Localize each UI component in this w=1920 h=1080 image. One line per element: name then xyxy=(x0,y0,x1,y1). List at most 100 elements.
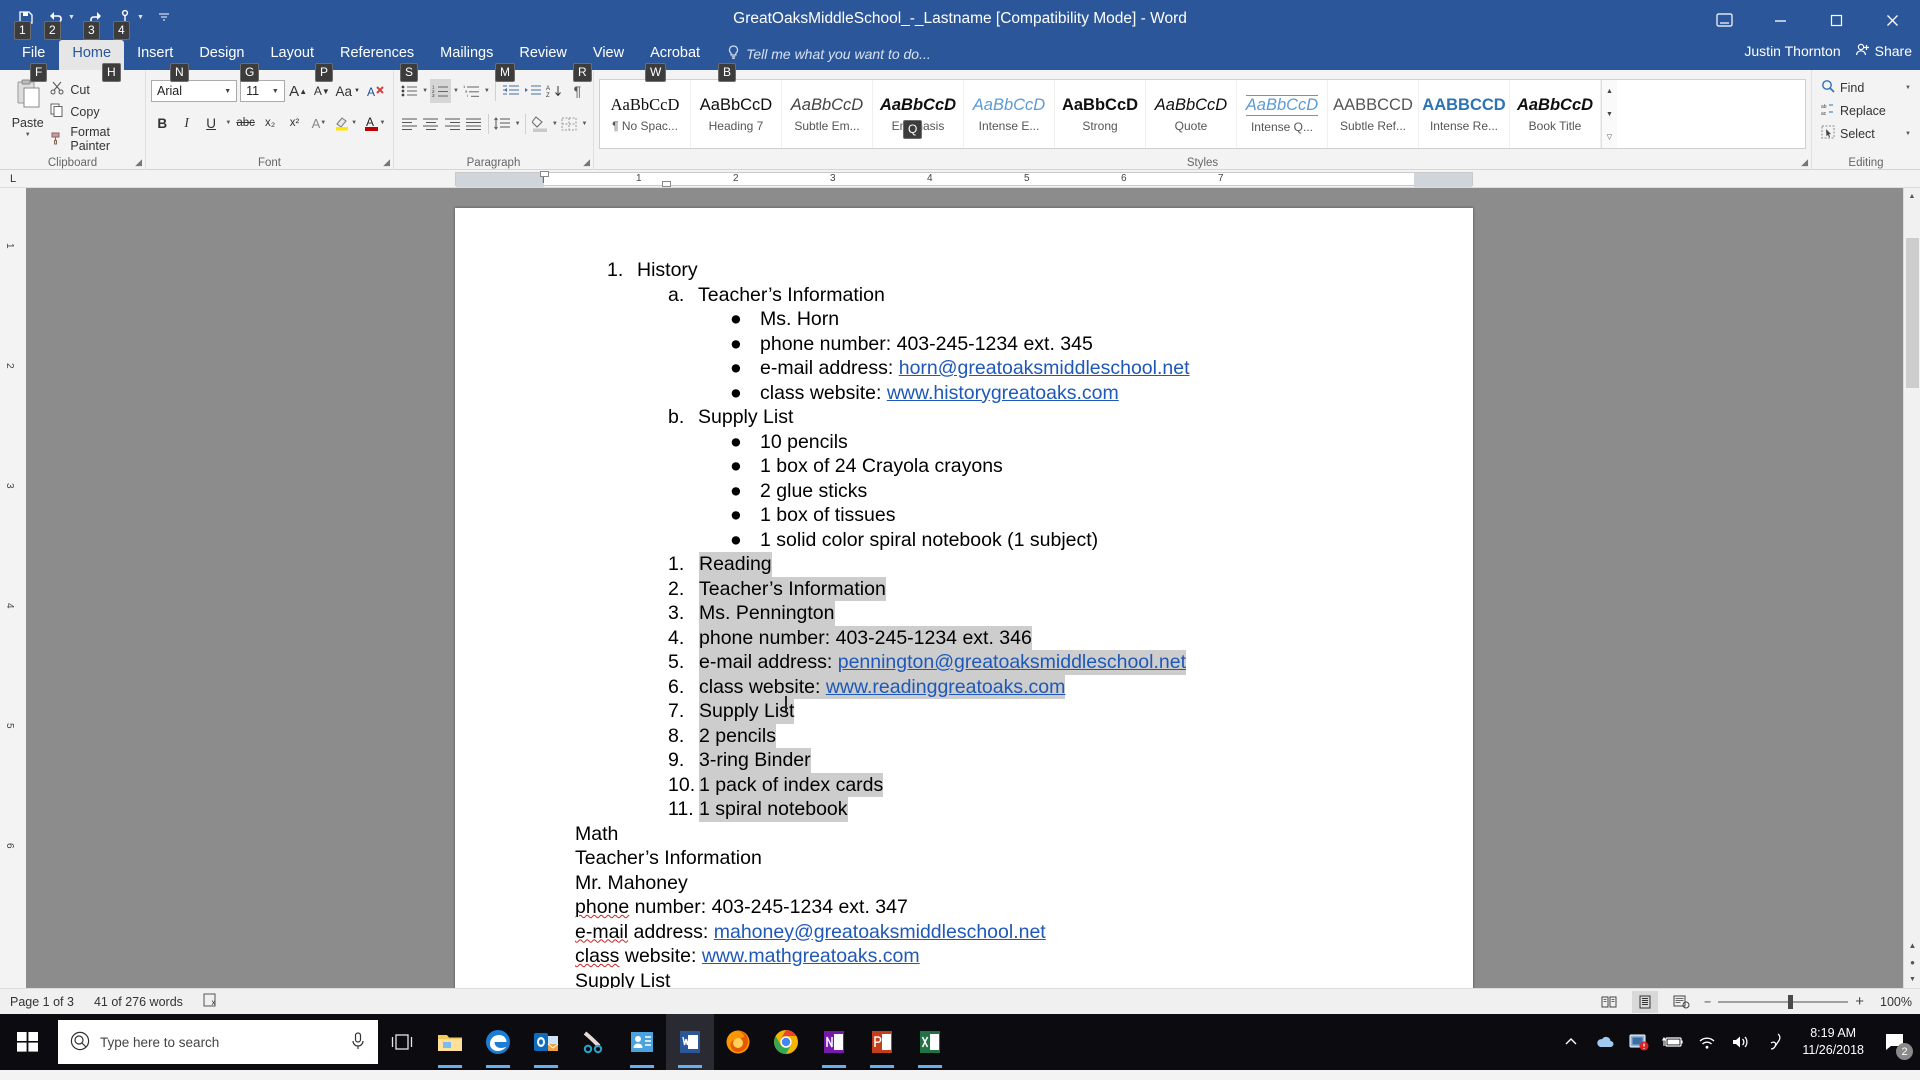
borders-dropdown-icon[interactable]: ▼ xyxy=(581,121,588,127)
paragraph-dialog-launcher[interactable]: ◢ xyxy=(583,157,590,168)
font-name-combo[interactable]: Arial ▼ xyxy=(151,80,238,102)
clipboard-dialog-launcher[interactable]: ◢ xyxy=(135,157,142,168)
zoom-slider[interactable]: − + xyxy=(1704,993,1864,1010)
chevron-down-icon[interactable]: ▼ xyxy=(269,88,282,95)
change-case-button[interactable]: Aa ▼ xyxy=(335,79,360,103)
powerpoint-button[interactable] xyxy=(858,1014,906,1070)
document-line[interactable]: a. Teacher’s Information xyxy=(515,283,1413,308)
shrink-font-button[interactable]: A ▼ xyxy=(312,79,333,103)
sort-button[interactable]: AZ xyxy=(544,79,565,103)
style-subtle-emphasis[interactable]: AaBbCcD Subtle Em... xyxy=(782,80,873,148)
excel-button[interactable] xyxy=(906,1014,954,1070)
print-layout-view-button[interactable] xyxy=(1632,990,1658,1013)
document-line[interactable]: 4. phone number: 403-245-1234 ext. 346 xyxy=(515,625,1413,650)
style-subtle-reference[interactable]: AABBCCD Subtle Ref... xyxy=(1328,80,1419,148)
document-line[interactable]: class website: www.mathgreatoaks.com xyxy=(515,944,1413,969)
document-area[interactable]: 1 2 3 4 5 6 1. History a. Teacher’s Informa… xyxy=(0,188,1920,988)
bullets-dropdown-icon[interactable]: ▼ xyxy=(421,88,428,94)
chrome-button[interactable] xyxy=(762,1014,810,1070)
document-line[interactable]: ● 1 box of 24 Crayola crayons xyxy=(515,454,1413,479)
zoom-thumb[interactable] xyxy=(1788,994,1794,1009)
document-line[interactable]: 1. Reading xyxy=(515,552,1413,577)
font-dialog-launcher[interactable]: ◢ xyxy=(383,157,390,168)
document-line[interactable]: Mr. Mahoney xyxy=(515,871,1413,896)
style-intense-reference[interactable]: AABBCCD Intense Re... xyxy=(1419,80,1510,148)
select-browse-object-icon[interactable]: ● xyxy=(1904,954,1920,971)
hyperlink[interactable]: www.historygreatoaks.com xyxy=(887,382,1119,404)
window-controls[interactable] xyxy=(1696,0,1920,40)
save-button[interactable]: 1 xyxy=(12,4,40,40)
font-color-button[interactable]: A ▼ xyxy=(361,111,388,135)
document-line[interactable]: ● 1 solid color spiral notebook (1 subjec… xyxy=(515,528,1413,553)
file-explorer-button[interactable] xyxy=(426,1014,474,1070)
styles-scroll-down-icon[interactable]: ▼ xyxy=(1602,103,1617,126)
text-effects-button[interactable]: A ▼ xyxy=(308,111,330,135)
microphone-icon[interactable] xyxy=(350,1031,366,1053)
document-line[interactable]: ● e-mail address: horn@greatoaksmiddlesch… xyxy=(515,356,1413,381)
minimize-button[interactable] xyxy=(1752,0,1808,40)
pen-icon[interactable] xyxy=(1758,1014,1792,1070)
select-dropdown-icon[interactable]: ▼ xyxy=(1905,131,1911,137)
web-layout-view-button[interactable] xyxy=(1668,991,1694,1013)
styles-more-icon[interactable]: ▽ xyxy=(1602,125,1617,148)
show-hidden-icons-button[interactable] xyxy=(1554,1014,1588,1070)
horizontal-ruler[interactable]: | 1 2 3 4 5 6 7 xyxy=(455,171,1473,187)
format-painter-button[interactable]: Format Painter xyxy=(50,125,140,153)
start-button[interactable] xyxy=(0,1014,56,1070)
undo-button[interactable]: 2 xyxy=(42,4,70,40)
document-body[interactable]: 1. History a. Teacher’s Information ● Ms. Hor… xyxy=(455,208,1473,988)
find-button[interactable]: Find ▼ xyxy=(1817,73,1915,96)
document-line[interactable]: ● class website: www.historygreatoaks.com xyxy=(515,381,1413,406)
document-line[interactable]: 8. 2 pencils xyxy=(515,723,1413,748)
read-mode-view-button[interactable] xyxy=(1596,991,1622,1013)
vertical-scrollbar[interactable]: ▲ ▲ ● ▼ xyxy=(1903,188,1920,988)
document-line[interactable]: ● Ms. Horn xyxy=(515,307,1413,332)
underline-button[interactable]: U xyxy=(200,111,222,135)
word-count[interactable]: 41 of 276 words xyxy=(94,995,183,1009)
hyperlink[interactable]: pennington@greatoaksmiddleschool.net xyxy=(838,651,1186,673)
volume-icon[interactable] xyxy=(1724,1014,1758,1070)
document-line[interactable]: 10. 1 pack of index cards xyxy=(515,772,1413,797)
styles-gallery[interactable]: AaBbCcD ¶ No Spac... AaBbCcD Heading 7 A… xyxy=(599,79,1806,149)
find-dropdown-icon[interactable]: ▼ xyxy=(1905,85,1911,91)
security-alert-icon[interactable] xyxy=(1622,1014,1656,1070)
line-spacing-dropdown-icon[interactable]: ▼ xyxy=(514,121,521,127)
bold-button[interactable]: B xyxy=(151,111,173,135)
ribbon-tabs[interactable]: File Home Insert Design Layout Reference… xyxy=(0,40,1920,70)
document-line[interactable]: e-mail address: mahoney@greatoaksmiddles… xyxy=(515,920,1413,945)
account-area[interactable]: Justin Thornton Share xyxy=(1744,42,1912,60)
hyperlink[interactable]: www.mathgreatoaks.com xyxy=(702,945,920,967)
system-tray[interactable]: 8:19 AM 11/26/2018 2 xyxy=(1554,1014,1920,1070)
zoom-track[interactable] xyxy=(1718,994,1849,1009)
style-no-spacing[interactable]: AaBbCcD ¶ No Spac... xyxy=(600,80,691,148)
shading-button[interactable] xyxy=(530,112,550,136)
align-right-button[interactable] xyxy=(442,112,462,136)
numbering-dropdown-icon[interactable]: ▼ xyxy=(452,88,459,94)
multilevel-dropdown-icon[interactable]: ▼ xyxy=(483,88,490,94)
close-button[interactable] xyxy=(1864,0,1920,40)
document-line[interactable]: ● 2 glue sticks xyxy=(515,479,1413,504)
scrollbar-thumb[interactable] xyxy=(1906,238,1919,388)
show-formatting-marks-button[interactable]: ¶ xyxy=(567,79,588,103)
copy-button[interactable]: Copy xyxy=(50,103,140,120)
taskbar-apps[interactable] xyxy=(378,1014,954,1070)
document-line[interactable]: 2. Teacher’s Information xyxy=(515,576,1413,601)
left-indent-marker[interactable] xyxy=(662,181,671,187)
scroll-up-icon[interactable]: ▲ xyxy=(1904,188,1920,205)
document-line[interactable]: ● 1 box of tissues xyxy=(515,503,1413,528)
styles-dialog-launcher[interactable]: ◢ xyxy=(1801,157,1808,168)
align-left-button[interactable] xyxy=(399,112,419,136)
taskbar-search-box[interactable]: Type here to search xyxy=(58,1020,378,1064)
wifi-icon[interactable] xyxy=(1690,1014,1724,1070)
style-strong[interactable]: AaBbCcD Strong xyxy=(1055,80,1146,148)
task-view-button[interactable] xyxy=(378,1014,426,1070)
subscript-button[interactable]: x₂ xyxy=(259,111,281,135)
zoom-out-button[interactable]: − xyxy=(1704,995,1711,1009)
document-line[interactable]: 9. 3-ring Binder xyxy=(515,748,1413,773)
document-line[interactable]: 5. e-mail address: pennington@greatoaksmi… xyxy=(515,650,1413,675)
tell-me-box[interactable]: Tell me what you want to do... xyxy=(713,40,941,70)
tab-stop-selector[interactable]: L xyxy=(0,170,26,188)
word-button[interactable] xyxy=(666,1014,714,1070)
hyperlink[interactable]: www.readinggreatoaks.com xyxy=(826,676,1066,698)
style-book-title[interactable]: AaBbCcD Book Title xyxy=(1510,80,1601,148)
